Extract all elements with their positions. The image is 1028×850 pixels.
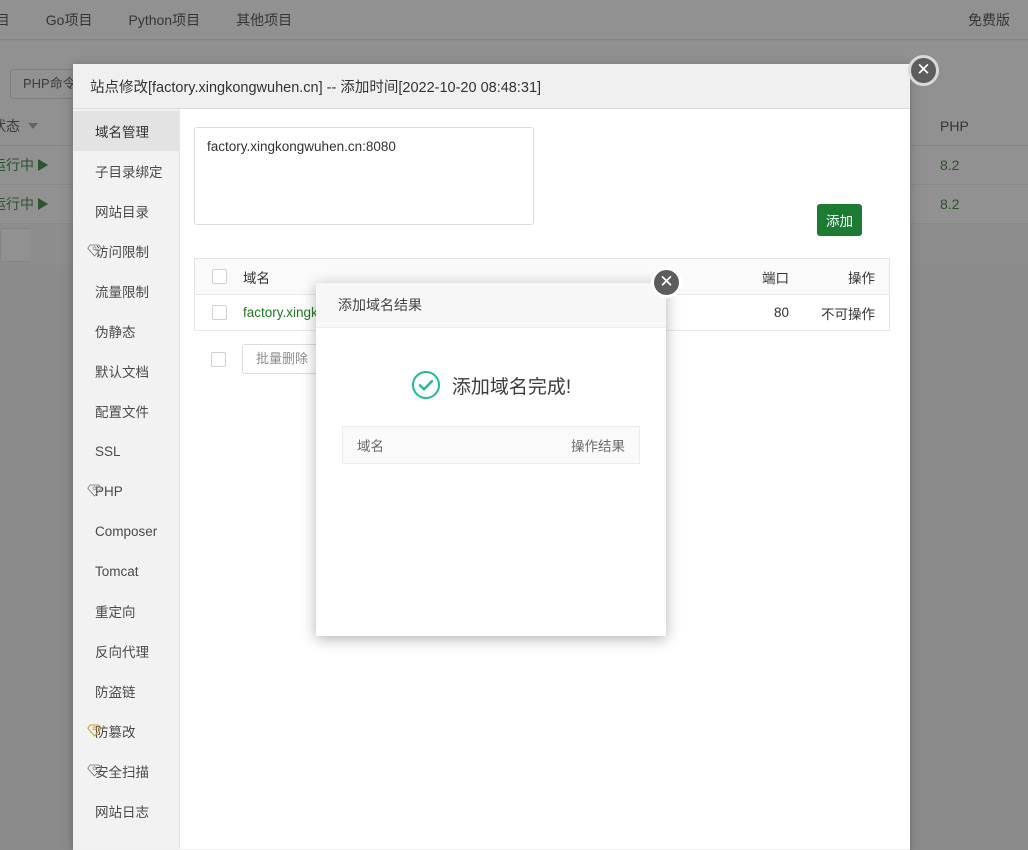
check-circle-icon (411, 370, 441, 400)
result-success-banner: 添加域名完成! (316, 370, 666, 400)
result-modal-close-button[interactable]: ✕ (651, 267, 682, 298)
result-table-header: 域名 操作结果 (342, 426, 640, 464)
result-modal-header: 添加域名结果 (316, 283, 666, 328)
result-domain-column-header: 域名 (357, 439, 384, 454)
close-icon: ✕ (659, 272, 674, 292)
result-modal-title: 添加域名结果 (338, 297, 422, 313)
result-status-column-header: 操作结果 (571, 439, 625, 454)
result-success-text: 添加域名完成! (451, 376, 572, 398)
add-domain-result-modal: 添加域名结果 ✕ 添加域名完成! 域名 操作结果 (316, 267, 682, 636)
